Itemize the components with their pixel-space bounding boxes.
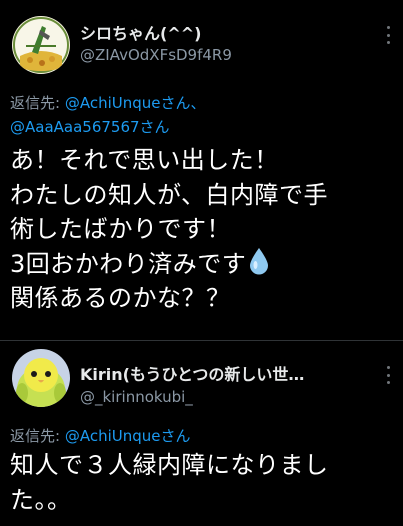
- reply-to-line: 返信先: @AchiUnqueさん、: [10, 92, 206, 113]
- avatar-image: [12, 349, 70, 407]
- avatar-kirin[interactable]: [12, 349, 70, 407]
- body-line: 関係あるのかな？？: [10, 284, 231, 312]
- user-handle[interactable]: @_kirinnokubi_: [80, 388, 193, 406]
- display-name[interactable]: シロちゃん(^^): [80, 20, 201, 44]
- more-options-icon[interactable]: [385, 26, 391, 44]
- tweet-body: あ！それで思い出した！ わたしの知人が、白内障で手 術したばかりです！ 3回おか…: [10, 143, 328, 316]
- name-row: シロちゃん(^^): [80, 20, 201, 44]
- reply-label: 返信先:: [10, 94, 65, 112]
- tweet-2[interactable]: Kirin(もうひとつの新しい世… @_kirinnokubi_ 返信先: @A…: [0, 340, 403, 526]
- reply-label: 返信先:: [10, 427, 65, 445]
- body-line: 術したばかりです！: [10, 215, 231, 243]
- tweet-1[interactable]: シロちゃん(^^) @ZIAvOdXFsD9f4R9 返信先: @AchiUnq…: [0, 0, 403, 340]
- reply-to-line: 返信先: @AchiUnqueさん: [10, 425, 191, 446]
- droplet-icon: [250, 247, 269, 274]
- body-line-with-emoji: 3回おかわり済みです: [10, 247, 328, 282]
- body-line: あ！それで思い出した！: [10, 146, 279, 174]
- body-line: 3回おかわり済みです: [10, 249, 247, 278]
- display-name[interactable]: Kirin(もうひとつの新しい世…: [80, 361, 304, 385]
- body-line: た。。: [10, 485, 72, 514]
- reply-mention-achiunque[interactable]: @AchiUnqueさん、: [65, 94, 206, 112]
- name-row: Kirin(もうひとつの新しい世…: [80, 361, 350, 385]
- tweet-body: 知人で３人緑内障になりまし た。。: [10, 448, 329, 517]
- reply-mention-achiunque[interactable]: @AchiUnqueさん: [65, 427, 191, 445]
- avatar-shiro[interactable]: [12, 16, 70, 74]
- reply-mention-aaaaaa[interactable]: @AaaAaa567567さん: [10, 116, 170, 137]
- avatar-image: [12, 16, 70, 74]
- body-line: わたしの知人が、白内障で手: [10, 180, 329, 209]
- body-line: 知人で３人緑内障になりまし: [10, 451, 329, 479]
- user-handle[interactable]: @ZIAvOdXFsD9f4R9: [80, 46, 232, 64]
- more-options-icon[interactable]: [385, 366, 391, 384]
